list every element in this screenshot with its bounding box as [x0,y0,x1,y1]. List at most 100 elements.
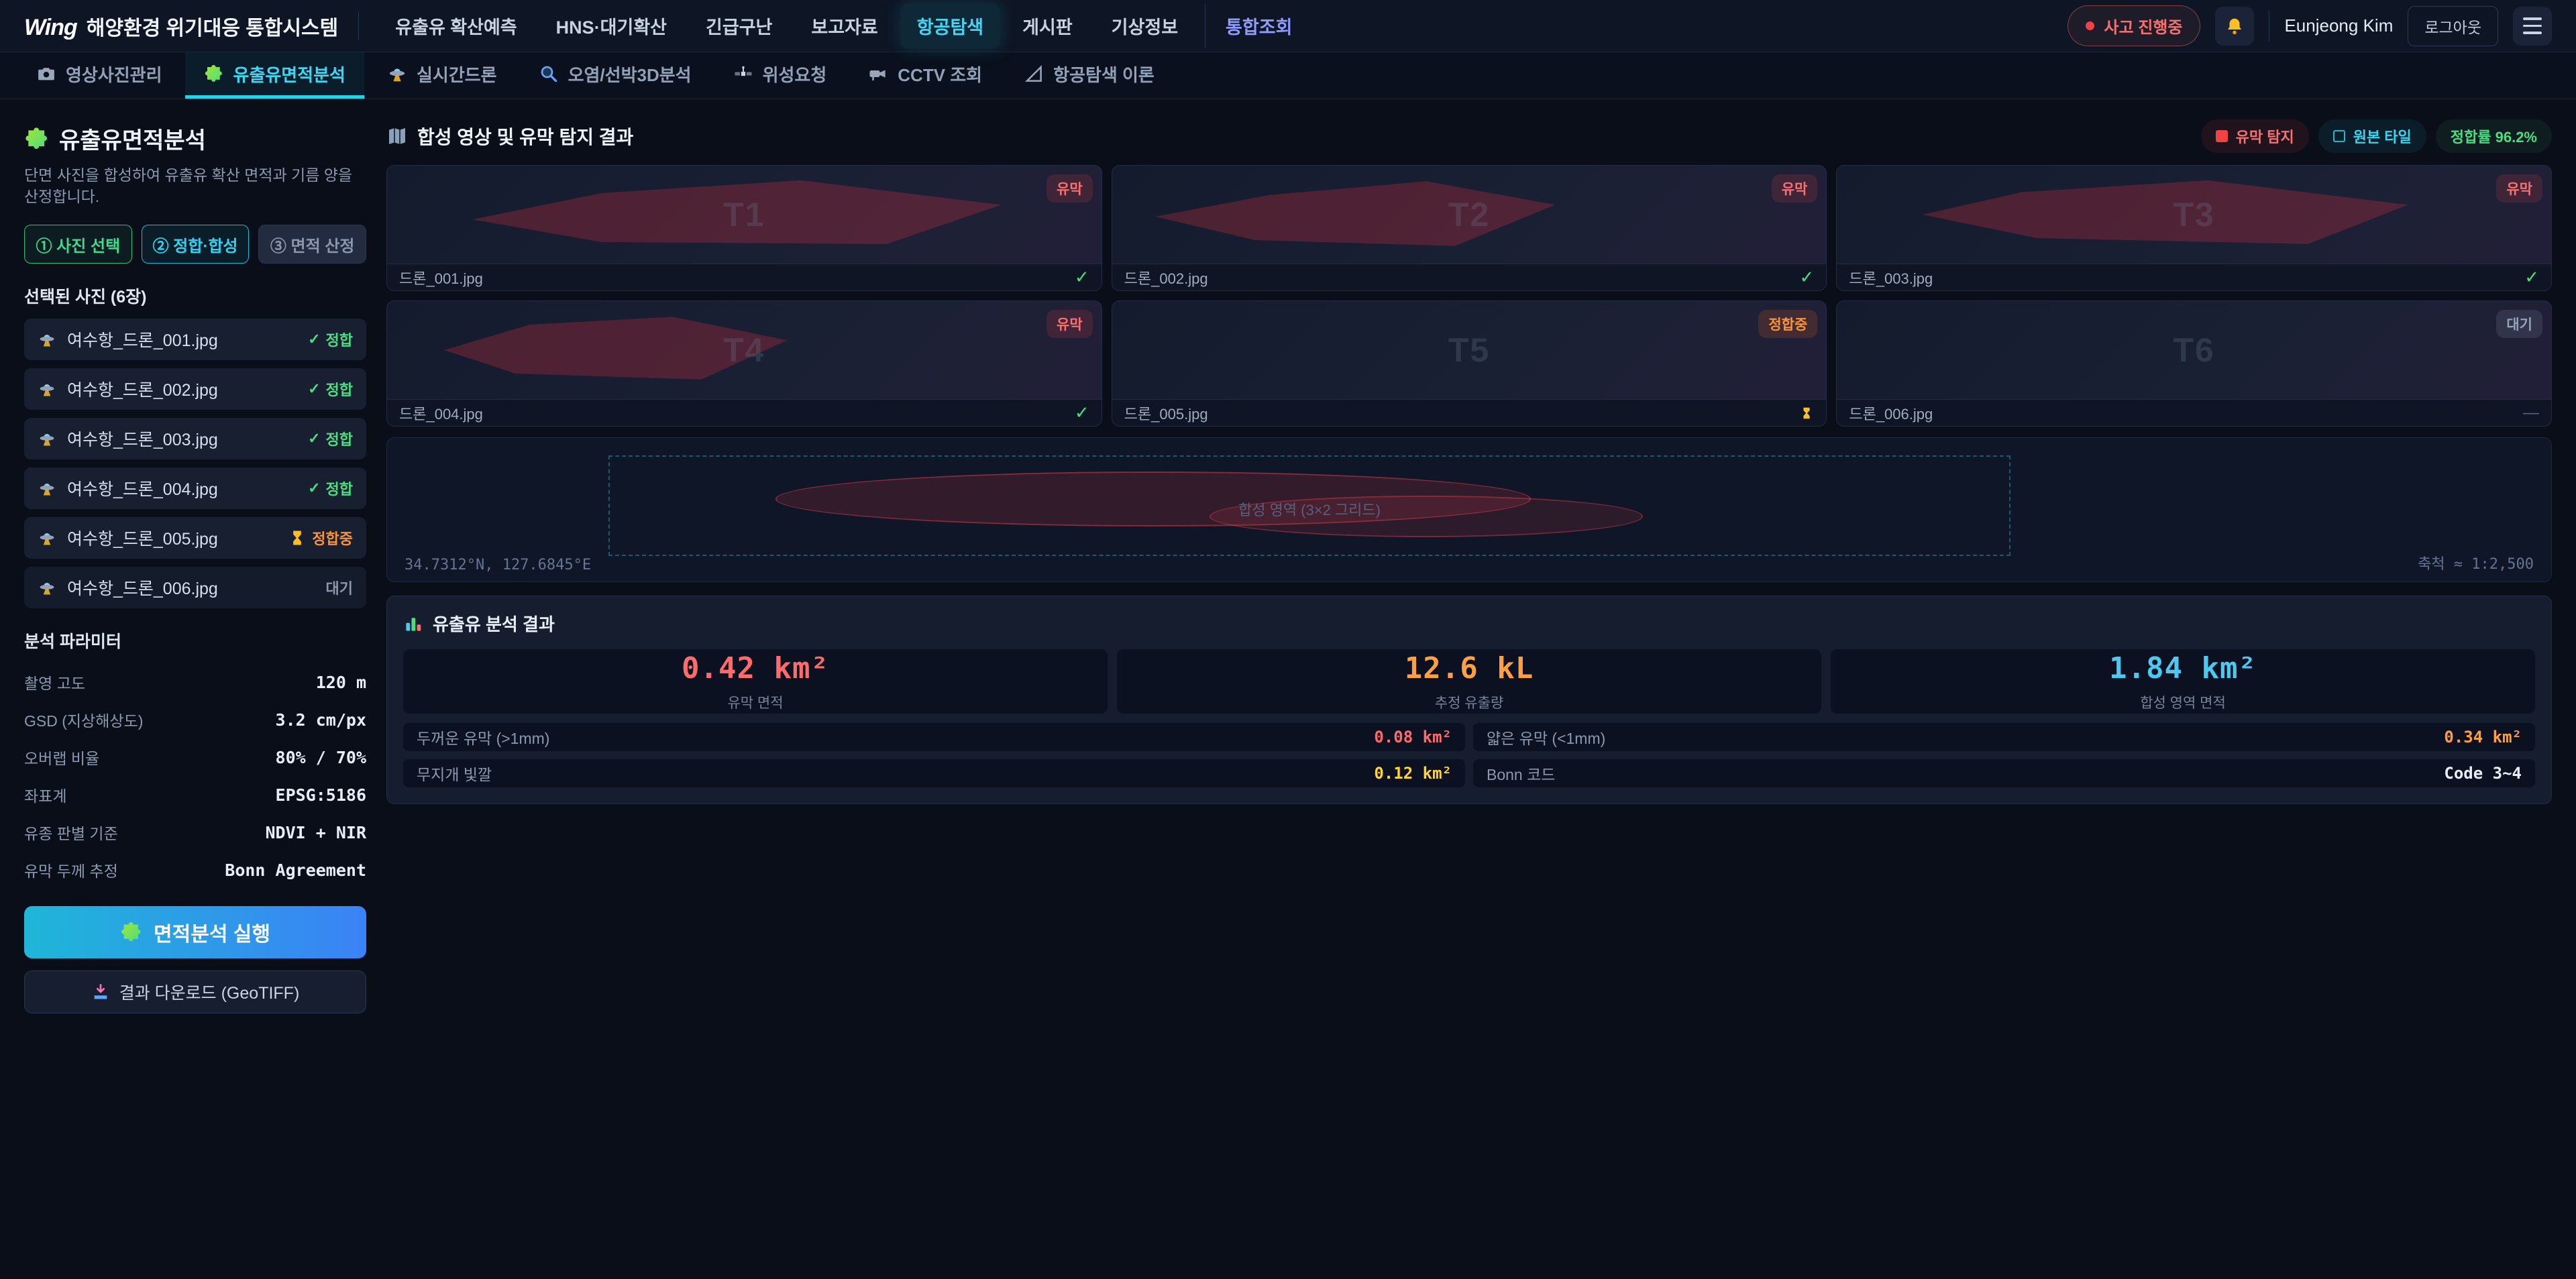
image-tile[interactable]: T4 유막 드론_004.jpg ✓ [386,300,1102,427]
photo-list-item[interactable]: 여수항_드론_001.jpg ✓정합 [24,319,366,360]
puzzle-icon [204,64,224,84]
download-result-button[interactable]: 결과 다운로드 (GeoTIFF) [24,970,366,1013]
image-tile[interactable]: T3 유막 드론_003.jpg ✓ [1836,165,2552,291]
detail-bonn-code: Bonn 코드 Code 3~4 [1473,759,2535,787]
tile-filename: 드론_002.jpg [1124,267,1208,288]
detail-rainbow-sheen: 무지개 빛깔 0.12 km² [403,759,1465,787]
satellite-icon [733,64,753,84]
sidebar-title-text: 유출유면적분석 [59,122,206,155]
drone-icon [38,380,56,398]
photo-list-item[interactable]: 여수항_드론_003.jpg ✓정합 [24,418,366,459]
check-icon: ✓ [1800,267,1815,288]
tab-cctv[interactable]: CCTV 조회 [849,52,1001,99]
tile-id-label: T2 [1112,166,1827,264]
step-align-composite[interactable]: ② 정합·합성 [142,225,250,264]
incident-dot-icon [2086,21,2094,30]
tile-status-badge: 유막 [1772,174,1818,203]
image-tile[interactable]: T6 대기 드론_006.jpg — [1836,300,2552,427]
detail-value: 0.12 km² [1374,764,1452,783]
photo-filename: 여수항_드론_004.jpg [67,476,297,500]
tile-id-label: T4 [387,301,1102,399]
tab-realtime-drone[interactable]: 실시간드론 [368,52,516,99]
nav-item-oil-spread[interactable]: 유출유 확산예측 [379,3,533,48]
user-name: Eunjeong Kim [2284,15,2393,36]
app-title: 해양환경 위기대응 통합시스템 [87,11,338,41]
photo-status: ✓정합 [308,478,353,499]
photo-filename: 여수항_드론_002.jpg [67,377,297,401]
step-select-photos[interactable]: ① 사진 선택 [24,225,132,264]
legend-original-tile[interactable]: 원본 타일 [2318,119,2426,153]
tab-satellite-request[interactable]: 위성요청 [714,52,846,99]
download-button-label: 결과 다운로드 (GeoTIFF) [119,980,300,1004]
param-label: GSD (지상해상도) [24,708,143,731]
tab-label: 유출유면적분석 [233,62,345,87]
stat-label: 합성 영역 면적 [2140,692,2226,712]
param-label: 좌표계 [24,783,66,806]
check-icon: ✓ [1075,267,1089,288]
hourglass-icon [288,529,307,547]
tab-oil-area-analysis[interactable]: 유출유면적분석 [185,52,364,99]
photo-status: ✓정합 [308,428,353,449]
nav-item-weather[interactable]: 기상정보 [1095,3,1194,48]
photo-filename: 여수항_드론_006.jpg [67,575,315,600]
tile-id-label: T6 [1837,301,2551,399]
bar-chart-icon [403,614,423,634]
nav-item-reports[interactable]: 보고자료 [795,3,894,48]
detail-rows: 두꺼운 유막 (>1mm) 0.08 km² 얇은 유막 (<1mm) 0.34… [403,723,2535,787]
menu-button[interactable] [2513,7,2552,46]
photo-status: 정합중 [288,527,353,549]
filled-square-icon [2216,130,2228,142]
stat-oil-film-area: 0.42 km² 유막 면적 [403,649,1108,714]
tile-status-badge: 유막 [1046,174,1093,203]
photo-list-item[interactable]: 여수항_드론_002.jpg ✓정합 [24,368,366,410]
detail-label: 얇은 유막 (<1mm) [1487,726,1605,748]
tile-filename: 드론_005.jpg [1124,402,1208,424]
photo-list-item[interactable]: 여수항_드론_006.jpg 대기 [24,567,366,608]
run-analysis-button[interactable]: 면적분석 실행 [24,906,366,958]
photo-filename: 여수항_드론_001.jpg [67,327,297,351]
app-logo: Wing 해양환경 위기대응 통합시스템 [24,11,338,41]
dash-icon: — [2523,404,2539,423]
results-title: 유출유 분석 결과 [403,611,2535,636]
detail-label: 무지개 빛깔 [417,762,492,785]
nav-item-hns[interactable]: HNS·대기확산 [540,3,683,48]
detail-value: 0.08 km² [1374,728,1452,746]
nav-item-board[interactable]: 게시판 [1006,3,1089,48]
detail-thin-film: 얇은 유막 (<1mm) 0.34 km² [1473,723,2535,751]
image-tile[interactable]: T1 유막 드론_001.jpg ✓ [386,165,1102,291]
logout-button[interactable]: 로그아웃 [2408,6,2498,46]
nav-item-aerial-search[interactable]: 항공탐색 [901,3,1000,48]
check-icon: ✓ [308,380,320,398]
tab-label: 영상사진관리 [66,62,162,87]
param-value: NDVI + NIR [265,823,366,842]
tab-photo-management[interactable]: 영상사진관리 [17,52,181,99]
stat-label: 유막 면적 [727,692,783,712]
map-icon [386,125,408,147]
run-button-label: 면적분석 실행 [154,917,270,947]
image-tile[interactable]: T2 유막 드론_002.jpg ✓ [1112,165,1827,291]
photo-list-item[interactable]: 여수항_드론_005.jpg 정합중 [24,517,366,559]
step-area-calculation[interactable]: ③ 면적 산정 [258,225,366,264]
drone-icon [38,330,56,349]
photo-list-item[interactable]: 여수항_드론_004.jpg ✓정합 [24,467,366,509]
nav-item-integrated-search[interactable]: 통합조회 [1205,3,1308,48]
image-tile[interactable]: T5 정합중 드론_005.jpg [1112,300,1827,427]
tab-aerial-theory[interactable]: 항공탐색 이론 [1005,52,1173,99]
top-nav: Wing 해양환경 위기대응 통합시스템 유출유 확산예측 HNS·대기확산 긴… [0,0,2576,52]
tile-status-badge: 유막 [1046,310,1093,338]
sidebar-title: 유출유면적분석 [24,122,366,155]
param-label: 촬영 고도 [24,671,85,693]
tile-file-bar: 드론_001.jpg ✓ [387,264,1102,290]
param-label: 유종 판별 기준 [24,821,118,844]
param-label: 유막 두께 추정 [24,858,118,881]
param-value: 80% / 70% [276,748,366,767]
stat-cards: 0.42 km² 유막 면적 12.6 kL 추정 유출량 1.84 km² 합… [403,649,2535,714]
notification-button[interactable] [2215,7,2254,46]
tile-file-bar: 드론_003.jpg ✓ [1837,264,2551,290]
stat-estimated-spill-volume: 12.6 kL 추정 유출량 [1117,649,1821,714]
tile-file-bar: 드론_006.jpg — [1837,399,2551,426]
param-row: 오버랩 비율 80% / 70% [24,738,366,776]
legend-oil-detection[interactable]: 유막 탐지 [2201,119,2309,153]
nav-item-rescue[interactable]: 긴급구난 [690,3,788,48]
tab-pollution-3d[interactable]: 오염/선박3D분석 [520,52,710,99]
